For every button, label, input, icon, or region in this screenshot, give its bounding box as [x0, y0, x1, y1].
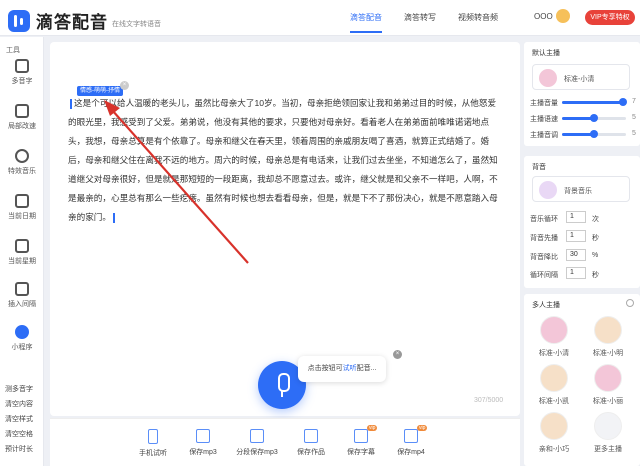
anchor-name: 标准-小清	[564, 76, 595, 83]
bgm-panel: 背音 背景音乐 音乐循环 1 次 背音先播 1 秒 背音降比 30 % 循环间隔…	[524, 156, 640, 288]
pitch-label: 主播音调	[530, 132, 558, 139]
vip-badge: vip	[367, 425, 378, 431]
volume-label: 主播音量	[530, 100, 558, 107]
anchor-title: 默认主播	[532, 50, 560, 57]
save-subtitle-button[interactable]: vip 保存字幕	[336, 425, 386, 457]
listen-tip: 点击按钮可试听配音...	[298, 356, 386, 382]
bgm-row-label: 背音先播	[530, 235, 558, 242]
bgm-row-unit: 秒	[592, 272, 599, 279]
pitch-slider[interactable]	[562, 130, 626, 138]
speaker-name: 更多主播	[594, 446, 622, 453]
speed-value: 5	[632, 114, 636, 121]
toolbar-label: 保存作品	[297, 449, 325, 456]
bgm-row-unit: 秒	[592, 235, 599, 242]
bgm-card[interactable]: 背景音乐	[532, 176, 630, 202]
toolbar-label: 保存字幕	[347, 449, 375, 456]
save-mp4-button[interactable]: vip 保存mp4	[386, 425, 436, 457]
bgm-row-label: 背音降比	[530, 254, 558, 261]
toolbar-label: 分段保存mp3	[236, 449, 278, 456]
phone-icon	[148, 429, 158, 444]
music-icon	[539, 181, 557, 199]
subtitle-icon	[354, 429, 368, 443]
toolbar-label: 保存mp3	[189, 449, 217, 456]
save-mp3-button[interactable]: 保存mp3	[178, 429, 228, 457]
speaker-name: 标准-小凯	[538, 398, 570, 405]
speaker-name: 标准-小明	[592, 350, 624, 357]
bgm-pre-input[interactable]: 1	[566, 230, 586, 242]
speaker-avatar	[594, 364, 622, 392]
toolbar-label: 保存mp4	[397, 449, 425, 456]
tip-text-end: 配音...	[356, 365, 377, 372]
char-counter: 307/5000	[474, 397, 504, 404]
speaker-card[interactable]: 亲和-小巧	[530, 412, 578, 454]
segment-save-mp3-button[interactable]: 分段保存mp3	[232, 429, 282, 457]
bgm-row-unit: 次	[592, 216, 599, 223]
anchor-avatar	[539, 69, 557, 87]
slider-fill	[562, 101, 623, 104]
bgm-loop-input[interactable]: 1	[566, 211, 586, 223]
tip-highlight: 试听	[342, 365, 357, 372]
slider-knob[interactable]	[590, 130, 598, 138]
bgm-ratio-input[interactable]: 30	[566, 249, 586, 261]
settings-icon[interactable]	[626, 299, 634, 307]
bgm-name: 背景音乐	[564, 188, 592, 195]
speaker-avatar	[540, 316, 568, 344]
tip-close-icon[interactable]: ×	[393, 350, 402, 359]
speaker-name: 标准-小丽	[592, 398, 624, 405]
more-icon	[594, 412, 622, 440]
bgm-row-unit: %	[592, 252, 599, 259]
tip-text: 点击按钮可	[307, 365, 343, 372]
speaker-name: 标准-小清	[538, 350, 570, 357]
speaker-card[interactable]: 标准-小丽	[584, 364, 632, 406]
anchor-card[interactable]: 标准-小清	[532, 64, 630, 90]
speaker-avatar	[594, 316, 622, 344]
speaker-card[interactable]: 标准-小清	[530, 316, 578, 358]
save-work-button[interactable]: 保存作品	[286, 429, 336, 457]
slider-knob[interactable]	[590, 114, 598, 122]
speaker-card[interactable]: 标准-小明	[584, 316, 632, 358]
save-work-icon	[304, 429, 318, 443]
volume-value: 7	[632, 98, 636, 105]
more-speakers-button[interactable]: 更多主播	[584, 412, 632, 454]
speed-slider[interactable]	[562, 114, 626, 122]
speed-label: 主播语速	[530, 116, 558, 123]
segment-mp3-icon	[250, 429, 264, 443]
bgm-title: 背音	[532, 164, 546, 171]
vip-badge: vip	[417, 425, 428, 431]
mp4-icon	[404, 429, 418, 443]
bgm-row-label: 音乐循环	[530, 216, 558, 223]
toolbar-label: 手机试听	[139, 450, 167, 457]
bgm-interval-input[interactable]: 1	[566, 267, 586, 279]
default-anchor-panel: 默认主播 标准-小清 主播音量 7 主播语速 5 主播音调 5	[524, 42, 640, 146]
speaker-avatar	[540, 364, 568, 392]
bgm-row-label: 循环间隔	[530, 272, 558, 279]
speaker-name: 亲和-小巧	[538, 446, 570, 453]
volume-slider[interactable]	[562, 98, 627, 106]
pitch-value: 5	[632, 130, 636, 137]
multi-anchor-panel: 多人主播 标准-小清 标准-小明 标准-小凯 标准-小丽 亲和-小巧 更多主播	[524, 294, 640, 466]
multi-anchor-title: 多人主播	[532, 302, 560, 309]
bottom-toolbar: 手机试听 保存mp3 分段保存mp3 保存作品 vip 保存字幕 vip 保存mp4	[50, 418, 520, 466]
slider-knob[interactable]	[618, 98, 627, 106]
speaker-avatar	[540, 412, 568, 440]
phone-listen-button[interactable]: 手机试听	[128, 429, 178, 458]
speaker-card[interactable]: 标准-小凯	[530, 364, 578, 406]
mp3-icon	[196, 429, 210, 443]
